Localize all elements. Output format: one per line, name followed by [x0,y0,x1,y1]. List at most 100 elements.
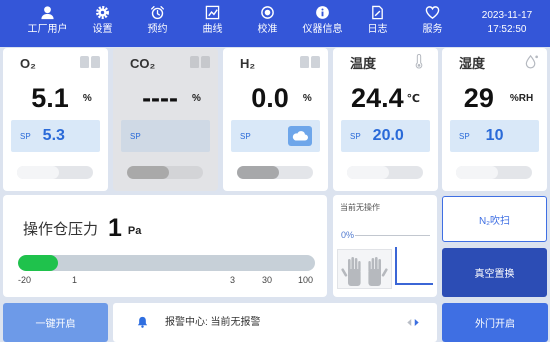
alarm-status-text: 报警中心: 当前无报警 [165,317,261,328]
sensor-unit: % [192,92,201,104]
setpoint-value: 5.3 [42,127,65,144]
nav-label: 设置 [92,24,113,35]
operation-card: 当前无操作 0% [333,195,437,297]
pressure-bar [18,255,315,271]
sensor-unit: ℃ [406,92,420,105]
nav-item-instrument-info[interactable]: 仪器信息 [295,0,350,47]
thermometer-icon [414,54,424,69]
nav-item-curve[interactable]: 曲线 [185,0,240,47]
gas-cylinder-icon [201,56,210,68]
setpoint-label: SP [459,131,470,141]
calibrate-icon [260,5,275,20]
pressure-card: 操作仓压力 1 Pa -20 1 3 30 100 [3,195,327,297]
setpoint-label: SP [20,131,31,141]
sensor-label: H₂ [240,56,256,71]
nav-item-schedule[interactable]: 预约 [130,0,185,47]
gas-cylinder-icon [80,56,89,68]
one-key-open-button[interactable]: 一键开启 [3,303,108,342]
setpoint-label: SP [130,131,141,141]
sensor-label: O₂ [20,56,36,71]
gas-cylinder-icon [91,56,100,68]
date-text: 2023-11-17 [481,10,533,21]
sensor-toggle[interactable] [347,166,423,179]
nav-item-user[interactable]: 工厂用户 [20,0,75,47]
outer-door-open-button[interactable]: 外门开启 [442,303,548,342]
service-icon [425,5,440,20]
nav-label: 服务 [422,24,443,35]
nav-label: 校准 [257,24,278,35]
setpoint-value: 10 [485,127,504,144]
setpoint-label: SP [240,131,251,141]
info-icon [315,5,330,20]
bell-icon [136,315,149,329]
sensor-card-o2[interactable]: O₂ 5.1 % SP 5.3 [3,48,108,191]
sensor-value: ---- [142,83,179,113]
user-icon [40,5,55,20]
top-nav-bar: 工厂用户 设置 预约 曲线 校准 仪器信息 日志 服务 2023-11-17 1… [0,0,550,47]
gas-cylinder-icon [311,56,320,68]
toggle-knob [456,166,498,179]
sensor-card-humidity[interactable]: 湿度 29 %RH SP 10 [442,48,547,191]
door-indicator [395,283,433,285]
cloud-icon[interactable] [288,126,312,146]
vacuum-replace-button[interactable]: 真空置换 [442,248,547,297]
gear-icon [95,5,110,20]
toggle-knob [127,166,169,179]
toggle-knob [237,166,279,179]
pressure-unit: Pa [127,225,142,237]
clock: 2023-11-17 17:52:50 [470,9,544,37]
setpoint-box[interactable]: SP [231,120,320,152]
nav-label: 曲线 [202,24,223,35]
setpoint-label: SP [350,131,361,141]
droplet-icon [524,54,539,69]
nav-item-log[interactable]: 日志 [350,0,405,47]
alarm-center-bar[interactable]: 报警中心: 当前无报警 [113,303,437,342]
sensor-toggle[interactable] [456,166,532,179]
volume-icon[interactable] [406,318,420,327]
setpoint-box[interactable]: SP 5.3 [11,120,100,152]
chart-icon [205,5,220,20]
pressure-tick: 100 [298,275,314,285]
log-icon [370,5,385,20]
sensor-value: 5.1 [31,83,69,113]
nav-label: 仪器信息 [302,24,343,35]
sensor-toggle[interactable] [237,166,313,179]
sensor-card-h2[interactable]: H₂ 0.0 % SP [223,48,328,191]
gloves-icon [337,249,392,289]
sensor-unit: % [82,92,92,104]
sensor-value: 29 [463,83,494,113]
sensor-label: 湿度 [459,56,486,71]
time-text: 17:52:50 [487,24,527,35]
alarm-clock-icon [150,5,165,20]
sensor-value: 0.0 [251,83,289,113]
nav-item-settings[interactable]: 设置 [75,0,130,47]
nav-label: 预约 [147,24,168,35]
gas-cylinder-icon [300,56,309,68]
toggle-knob [17,166,59,179]
sensor-card-co2[interactable]: CO₂ ---- % SP [113,48,218,191]
nav-item-calibrate[interactable]: 校准 [240,0,295,47]
setpoint-box[interactable]: SP 10 [450,120,539,152]
setpoint-box[interactable]: SP [121,120,210,152]
sensor-label: CO₂ [130,56,156,71]
n2-purge-button[interactable]: N₂吹扫 [442,196,547,242]
operation-status: 当前无操作 [340,203,380,212]
sensor-toggle[interactable] [17,166,93,179]
nav-label: 工厂用户 [27,24,68,35]
pressure-value: 1 [108,214,122,242]
sensor-card-temperature[interactable]: 温度 24.4 ℃ SP 20.0 [333,48,438,191]
door-indicator [395,247,397,284]
nav-label: 日志 [367,24,388,35]
setpoint-value: 20.0 [372,127,404,144]
sensor-unit: %RH [509,92,534,104]
sensor-label: 温度 [350,56,377,71]
nav-item-service[interactable]: 服务 [405,0,460,47]
setpoint-box[interactable]: SP 20.0 [341,120,430,152]
pressure-tick: 3 [230,275,236,285]
sensor-toggle[interactable] [127,166,203,179]
toggle-knob [347,166,389,179]
sensor-value: 24.4 [351,83,404,113]
pressure-tick: -20 [18,275,32,285]
gas-cylinder-icon [190,56,199,68]
operation-progress-bar [355,235,430,236]
